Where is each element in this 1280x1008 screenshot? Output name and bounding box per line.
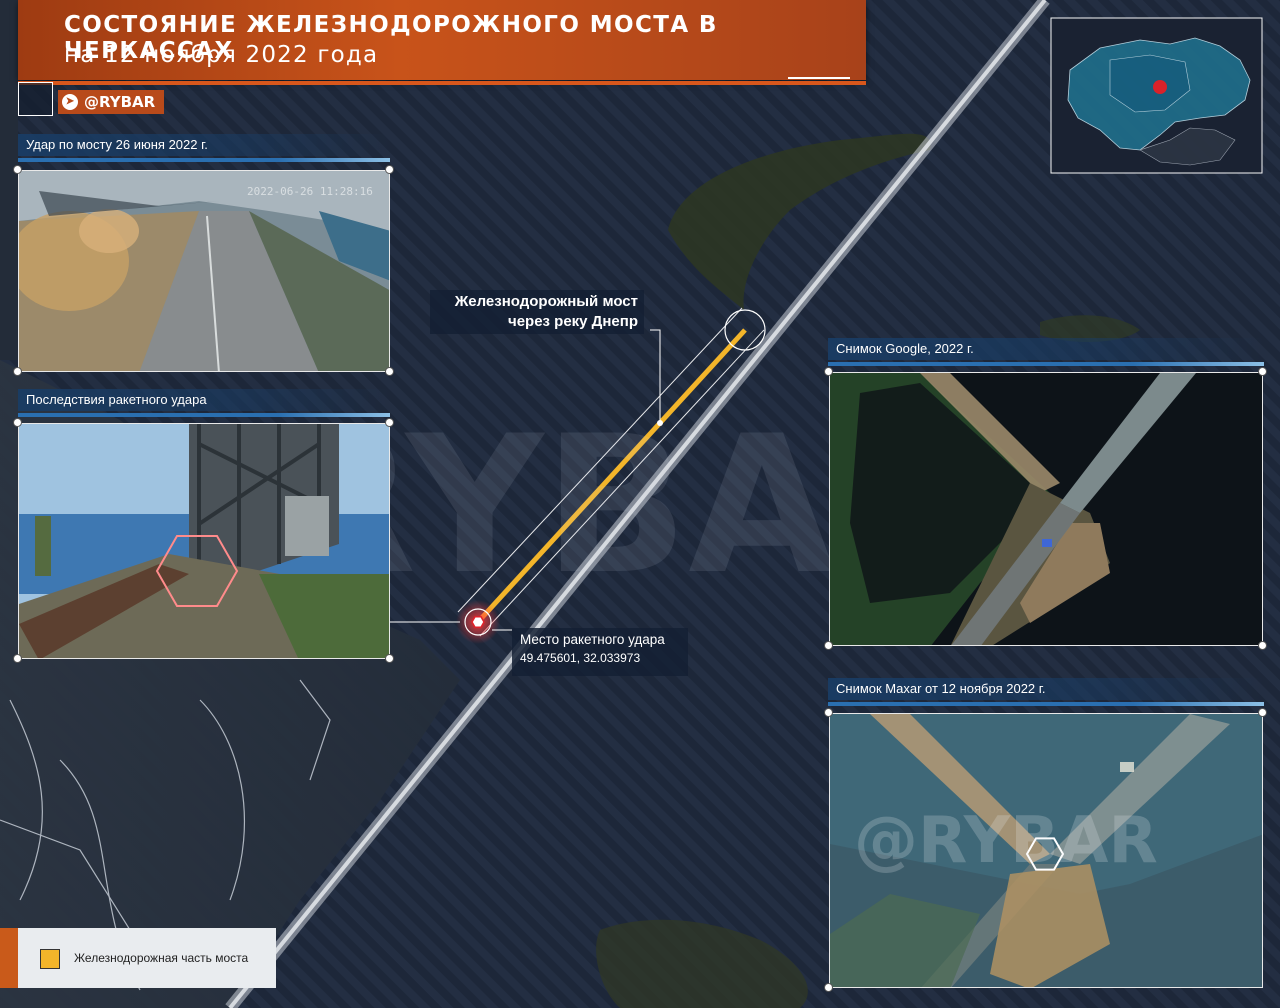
corner-dot	[385, 654, 394, 663]
title-banner: СОСТОЯНИЕ ЖЕЛЕЗНОДОРОЖНОГО МОСТА В ЧЕРКА…	[18, 0, 866, 80]
maxar-satellite-image: @RYBAR	[829, 713, 1263, 988]
legend-accent	[0, 928, 18, 988]
corner-dot	[13, 654, 22, 663]
caption-underline	[828, 362, 1264, 366]
panel-caption-strike: Удар по мосту 26 июня 2022 г.	[18, 134, 390, 156]
bridge-label: Железнодорожный мост через реку Днепр	[430, 290, 644, 334]
corner-dot	[1258, 641, 1267, 650]
strike-label: Место ракетного удара 49.475601, 32.0339…	[512, 628, 688, 676]
strike-video-frame: 2022-06-26 11:28:16	[18, 170, 390, 372]
locator-map	[1050, 17, 1263, 174]
corner-dot	[385, 418, 394, 427]
title-underline	[18, 81, 866, 85]
corner-dot	[824, 708, 833, 717]
corner-dot	[1258, 367, 1267, 376]
corner-dot	[1258, 708, 1267, 717]
corner-dot	[385, 165, 394, 174]
panel-caption-maxar: Снимок Maxar от 12 ноября 2022 г.	[828, 678, 1264, 700]
caption-underline	[18, 158, 390, 162]
logo	[18, 82, 53, 116]
strike-marker	[471, 616, 485, 628]
panel-caption-google: Снимок Google, 2022 г.	[828, 338, 1264, 360]
corner-dot	[385, 367, 394, 376]
corner-dot	[13, 165, 22, 174]
strike-place-label: Место ракетного удара	[520, 632, 665, 647]
corner-dot	[824, 367, 833, 376]
caption-underline	[18, 413, 390, 417]
channel-handle[interactable]: ➤ @RYBAR	[58, 90, 164, 114]
corner-dot	[13, 418, 22, 427]
telegram-icon: ➤	[62, 94, 78, 110]
image-watermark: @RYBAR	[854, 804, 1158, 878]
corner-dot	[824, 983, 833, 992]
corner-dot	[13, 367, 22, 376]
caption-underline	[828, 702, 1264, 706]
legend-label-railway: Железнодорожная часть моста	[74, 951, 249, 965]
panel-caption-aftermath: Последствия ракетного удара	[18, 389, 390, 411]
title-underline-accent	[788, 77, 850, 79]
legend: Железнодорожная часть моста	[18, 928, 276, 988]
aftermath-photo	[18, 423, 390, 659]
handle-text: @RYBAR	[84, 93, 156, 111]
video-timestamp: 2022-06-26 11:28:16	[247, 185, 373, 198]
strike-coordinates: 49.475601, 32.033973	[520, 651, 641, 665]
corner-dot	[824, 641, 833, 650]
legend-swatch-railway	[40, 949, 60, 969]
page-subtitle: на 12 ноября 2022 года	[64, 42, 379, 68]
google-satellite-image	[829, 372, 1263, 646]
